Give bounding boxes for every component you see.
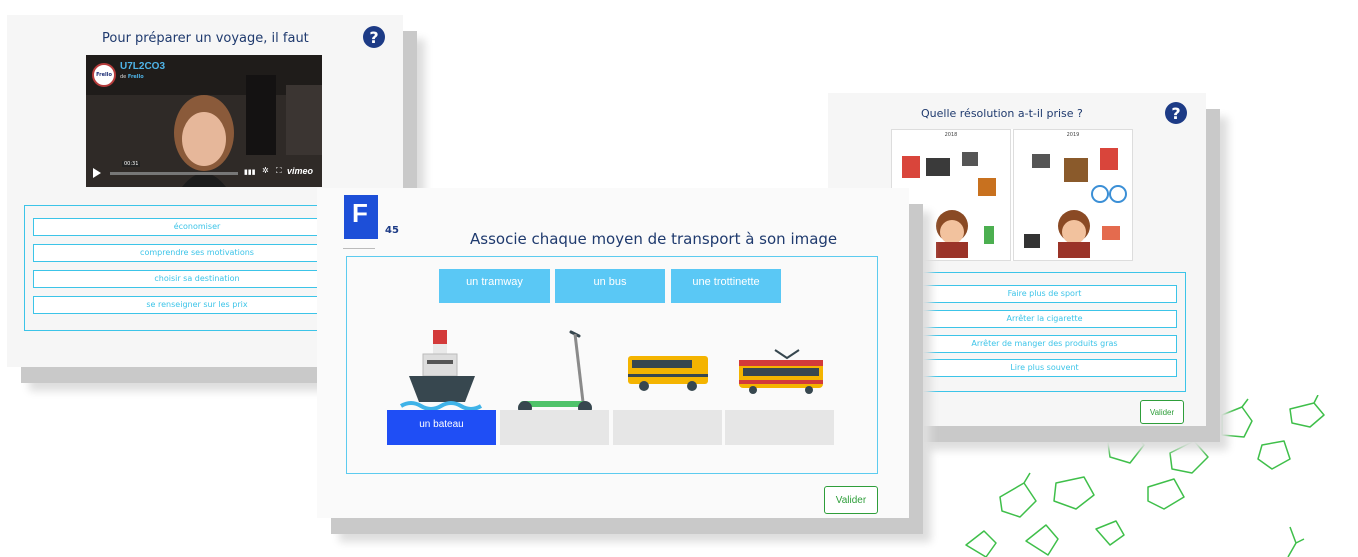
video-author: Frello — [127, 74, 144, 80]
drop-slot-4[interactable] — [725, 410, 834, 445]
activity-card-transport: F 45 Associe chaque moyen de transport à… — [317, 188, 909, 518]
fullscreen-icon[interactable]: ⛶ — [276, 166, 282, 176]
image-panel-2019: 2019 — [1013, 129, 1133, 261]
card-title: Pour préparer un voyage, il faut — [102, 31, 309, 46]
option-4[interactable]: se renseigner sur les prix — [33, 296, 361, 314]
validate-button[interactable]: Valider — [1140, 400, 1184, 424]
habits-illustration — [1024, 148, 1127, 258]
video-author-prefix: de — [120, 74, 127, 80]
scooter-icon — [518, 330, 592, 415]
chip-bus[interactable]: un bus — [555, 269, 665, 303]
option-3[interactable]: choisir sa destination — [33, 270, 361, 288]
drop-slot-2[interactable] — [500, 410, 609, 445]
video-player[interactable]: Frello U7L2CO3 de Frello 00:31 ▮▮▮ ✲ ⛶ v… — [86, 55, 322, 187]
help-icon[interactable]: ? — [1165, 102, 1187, 124]
habits-illustration — [896, 152, 996, 258]
video-time: 00:31 — [122, 161, 141, 167]
option-1[interactable]: Faire plus de sport — [912, 285, 1177, 303]
video-progress-bar[interactable] — [110, 172, 238, 175]
chip-trottinette[interactable]: une trottinette — [671, 269, 781, 303]
activity-counter: 45 — [385, 225, 399, 236]
drop-slot-1[interactable]: un bateau — [387, 410, 496, 445]
card-title: Quelle résolution a-t-il prise ? — [921, 107, 1083, 120]
activity-title: Associe chaque moyen de transport à son … — [470, 230, 838, 248]
help-icon[interactable]: ? — [363, 26, 385, 48]
option-2[interactable]: comprendre ses motivations — [33, 244, 361, 262]
validate-button[interactable]: Valider — [824, 486, 878, 514]
option-4[interactable]: Lire plus souvent — [912, 359, 1177, 377]
video-code: U7L2CO3 — [120, 61, 166, 72]
image-panel-2018: 2018 — [891, 129, 1011, 261]
option-3[interactable]: Arrêter de manger des produits gras — [912, 335, 1177, 353]
resolution-image: 2018 2019 — [891, 129, 1133, 261]
volume-icon[interactable]: ▮▮▮ — [244, 168, 256, 176]
option-1[interactable]: économiser — [33, 218, 361, 236]
play-icon[interactable] — [93, 168, 101, 178]
ship-icon — [399, 330, 483, 420]
logo-letter: F — [352, 198, 368, 228]
frello-logo: F — [344, 195, 378, 239]
settings-icon[interactable]: ✲ — [262, 166, 269, 175]
chip-tramway[interactable]: un tramway — [439, 269, 550, 303]
option-2[interactable]: Arrêter la cigarette — [912, 310, 1177, 328]
channel-avatar: Frello — [92, 63, 116, 87]
drop-slot-3[interactable] — [613, 410, 722, 445]
vimeo-logo: vimeo — [287, 166, 314, 176]
logo-underline — [343, 248, 375, 249]
bus-icon — [628, 356, 708, 391]
tram-icon — [739, 349, 823, 394]
video-author-line: de Frello — [120, 74, 144, 80]
